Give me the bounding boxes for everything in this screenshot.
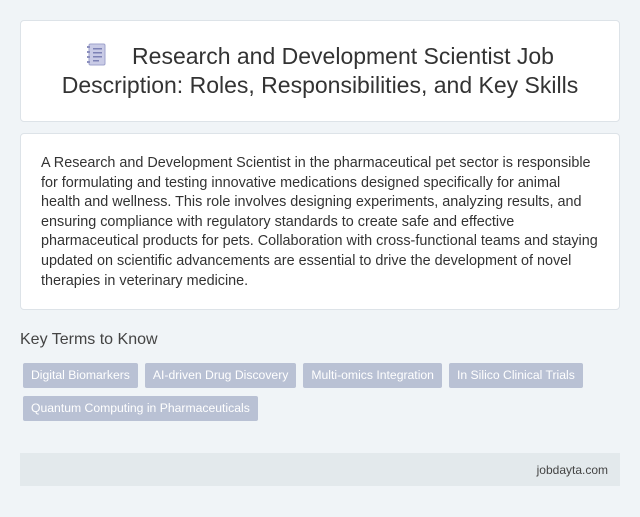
key-term-tag[interactable]: Quantum Computing in Pharmaceuticals [23,396,258,421]
title-card: Research and Development Scientist Job D… [20,20,620,122]
key-term-tag[interactable]: Digital Biomarkers [23,363,138,388]
description-card: A Research and Development Scientist in … [20,133,620,310]
key-term-tag[interactable]: AI-driven Drug Discovery [144,363,297,388]
page-title-text: Research and Development Scientist Job D… [61,43,579,98]
footer: jobdayta.com [20,453,620,486]
description-text: A Research and Development Scientist in … [41,155,598,289]
key-term-tag[interactable]: In Silico Clinical Trials [448,363,583,388]
page-title: Research and Development Scientist Job D… [40,42,600,100]
key-term-tag[interactable]: Multi-omics Integration [303,363,442,388]
key-terms-heading: Key Terms to Know [20,331,158,348]
footer-site-link[interactable]: jobdayta.com [537,463,608,477]
key-terms-tags: Digital Biomarkers AI-driven Drug Discov… [23,363,613,421]
document-icon [87,43,106,66]
